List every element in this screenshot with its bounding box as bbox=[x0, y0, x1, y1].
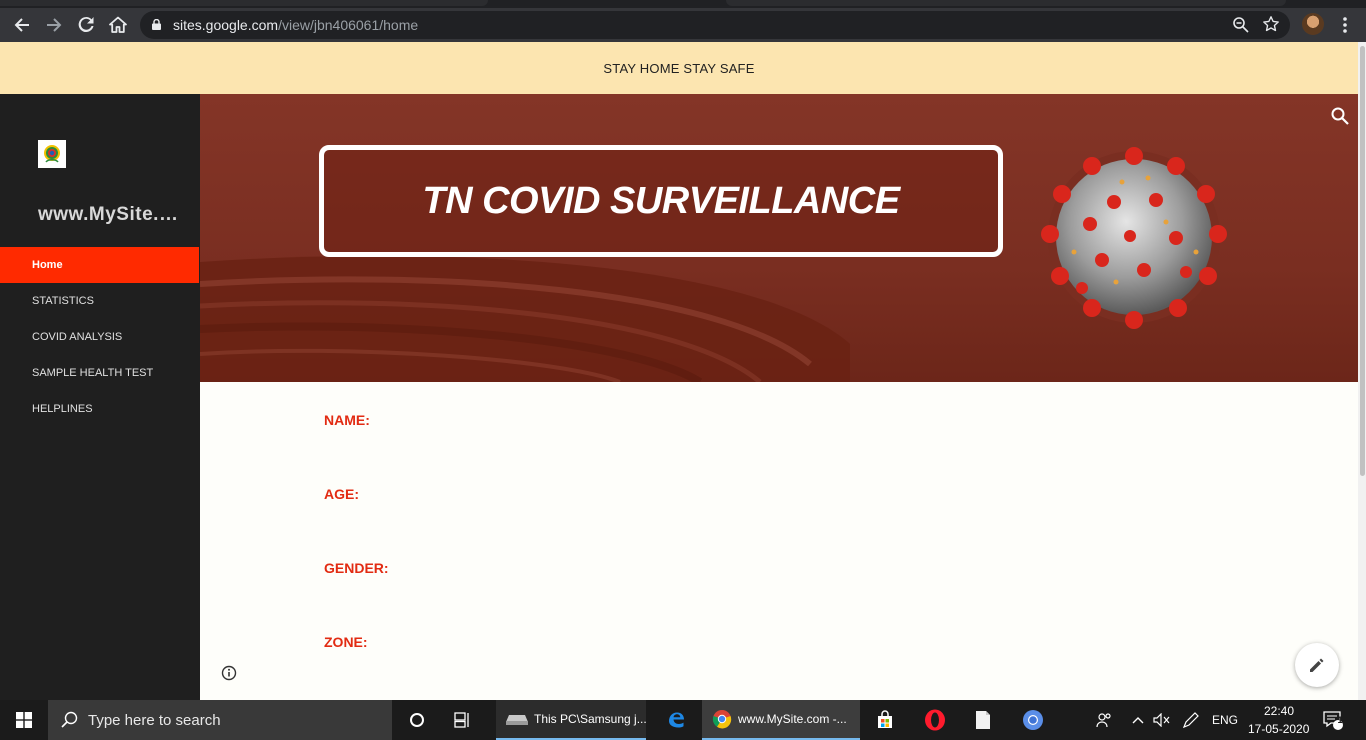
taskbar: Type here to search This PC\Samsung j...… bbox=[0, 700, 1366, 740]
info-icon[interactable] bbox=[221, 665, 237, 681]
zone-label: ZONE: bbox=[324, 634, 368, 650]
sidebar-item-helplines[interactable]: HELPLINES bbox=[0, 391, 199, 427]
people-icon[interactable] bbox=[1094, 700, 1114, 740]
chromium-icon[interactable] bbox=[1016, 700, 1050, 740]
back-icon[interactable] bbox=[8, 11, 36, 39]
chrome-icon bbox=[712, 710, 732, 729]
pen-icon[interactable] bbox=[1180, 700, 1202, 740]
zoom-icon[interactable] bbox=[1232, 16, 1250, 34]
action-center-icon[interactable]: 1 bbox=[1318, 700, 1348, 740]
name-label: NAME: bbox=[324, 412, 370, 428]
address-bar[interactable]: sites.google.com/view/jbn406061/home bbox=[140, 11, 1290, 39]
main-content: NAME: AGE: GENDER: ZONE: bbox=[200, 382, 1358, 700]
volume-muted-icon[interactable] bbox=[1152, 700, 1172, 740]
gender-label: GENDER: bbox=[324, 560, 389, 576]
taskbar-search-box[interactable]: Type here to search bbox=[48, 700, 392, 740]
start-button[interactable] bbox=[0, 700, 48, 740]
cortana-icon[interactable] bbox=[400, 700, 434, 740]
hero-title-box: TN COVID SURVEILLANCE bbox=[319, 145, 1003, 257]
tab-strip bbox=[0, 0, 1366, 8]
opera-icon[interactable] bbox=[918, 700, 952, 740]
profile-avatar[interactable] bbox=[1302, 13, 1324, 35]
bookmark-star-icon[interactable] bbox=[1262, 15, 1280, 33]
announcement-banner: STAY HOME STAY SAFE bbox=[0, 42, 1358, 94]
chrome-label: www.MySite.com -... bbox=[738, 712, 847, 726]
store-icon[interactable] bbox=[868, 700, 902, 740]
edge-icon[interactable] bbox=[658, 700, 694, 740]
sidebar-item-covid-analysis[interactable]: COVID ANALYSIS bbox=[0, 319, 199, 355]
pencil-icon bbox=[1310, 658, 1324, 672]
scrollbar-thumb[interactable] bbox=[1360, 46, 1365, 476]
site-title[interactable]: www.MySite.com bbox=[38, 204, 188, 226]
age-label: AGE: bbox=[324, 486, 359, 502]
notepad-icon[interactable] bbox=[966, 700, 1000, 740]
home-icon[interactable] bbox=[104, 11, 132, 39]
hero-title: TN COVID SURVEILLANCE bbox=[422, 179, 900, 222]
browser-toolbar: sites.google.com/view/jbn406061/home bbox=[0, 8, 1366, 42]
edit-button[interactable] bbox=[1295, 643, 1339, 687]
url-text: sites.google.com/view/jbn406061/home bbox=[173, 17, 419, 33]
forward-icon[interactable] bbox=[40, 11, 68, 39]
tray-chevron-up-icon[interactable] bbox=[1130, 700, 1146, 740]
browser-tab[interactable] bbox=[726, 0, 1286, 6]
taskbar-app-chrome[interactable]: www.MySite.com -... bbox=[702, 700, 860, 740]
browser-tab[interactable] bbox=[0, 0, 488, 6]
sidebar-nav: Home STATISTICS COVID ANALYSIS SAMPLE HE… bbox=[0, 247, 199, 427]
sidebar-item-statistics[interactable]: STATISTICS bbox=[0, 283, 199, 319]
taskbar-app-explorer[interactable]: This PC\Samsung j... bbox=[496, 700, 646, 740]
sidebar-item-home[interactable]: Home bbox=[0, 247, 199, 283]
clock-date[interactable]: 17-05-2020 bbox=[1248, 722, 1309, 736]
input-language[interactable]: ENG bbox=[1212, 713, 1238, 727]
sidebar: www.MySite.com Home STATISTICS COVID ANA… bbox=[0, 94, 200, 700]
notification-count: 1 bbox=[1337, 715, 1343, 725]
clock-time[interactable]: 22:40 bbox=[1264, 704, 1294, 718]
banner-text: STAY HOME STAY SAFE bbox=[603, 60, 755, 76]
sidebar-item-sample-health-test[interactable]: SAMPLE HEALTH TEST bbox=[0, 355, 199, 391]
coronavirus-image bbox=[1041, 147, 1227, 329]
explorer-label: This PC\Samsung j... bbox=[534, 712, 646, 726]
lock-icon bbox=[152, 19, 161, 30]
search-icon bbox=[61, 711, 78, 728]
menu-kebab-icon[interactable] bbox=[1336, 13, 1354, 37]
task-view-icon[interactable] bbox=[446, 700, 480, 740]
search-icon[interactable] bbox=[1330, 106, 1350, 126]
drive-icon bbox=[506, 715, 528, 725]
windows-icon bbox=[16, 712, 32, 728]
taskbar-search-placeholder: Type here to search bbox=[88, 711, 221, 729]
site-logo[interactable] bbox=[38, 140, 66, 168]
reload-icon[interactable] bbox=[72, 11, 100, 39]
hero-header: TN COVID SURVEILLANCE bbox=[200, 94, 1358, 382]
